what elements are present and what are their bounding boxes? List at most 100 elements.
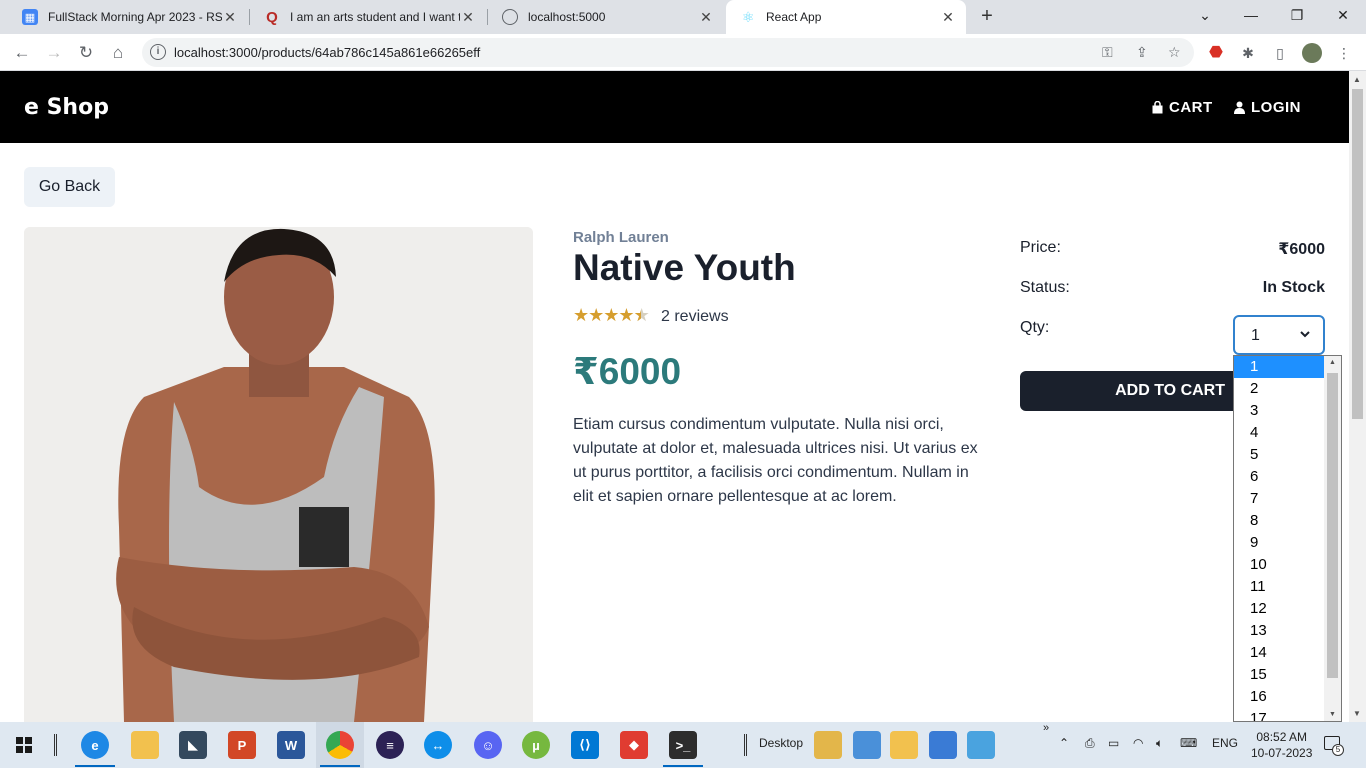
user-folder-icon[interactable] <box>814 731 842 759</box>
adblock-extension-icon[interactable]: ⬣ <box>1206 43 1226 63</box>
nav-login-link[interactable]: LOGIN <box>1234 99 1301 116</box>
forward-arrow-icon[interactable]: → <box>40 39 68 67</box>
utorrent-icon[interactable]: µ <box>522 731 550 759</box>
taskbar-divider <box>744 734 747 756</box>
dropdown-scrollbar[interactable]: ▲ ▼ <box>1324 356 1341 721</box>
browser-tab-bar: ▦ FullStack Morning Apr 2023 - RST ✕ Q I… <box>0 0 1366 34</box>
qty-option[interactable]: 1 <box>1234 356 1325 378</box>
powerpoint-icon[interactable]: P <box>228 731 256 759</box>
scroll-down-arrow-icon[interactable]: ▼ <box>1353 709 1361 718</box>
notification-icon[interactable]: 5 <box>1324 736 1344 756</box>
reload-icon[interactable]: ↻ <box>72 39 100 67</box>
eclipse-icon[interactable]: ≡ <box>376 731 404 759</box>
qty-option[interactable]: 7 <box>1234 488 1325 510</box>
teamviewer-icon[interactable]: ↔ <box>424 731 452 759</box>
qty-option[interactable]: 12 <box>1234 598 1325 620</box>
nav-cart-link[interactable]: CART <box>1152 99 1213 116</box>
qty-option[interactable]: 3 <box>1234 400 1325 422</box>
qty-option[interactable]: 9 <box>1234 532 1325 554</box>
qty-option[interactable]: 8 <box>1234 510 1325 532</box>
home-icon[interactable]: ⌂ <box>104 39 132 67</box>
chevron-more-icon[interactable]: » <box>1043 722 1049 734</box>
close-window-button[interactable]: ✕ <box>1320 0 1366 30</box>
close-icon[interactable]: ✕ <box>222 9 238 26</box>
scroll-down-arrow-icon[interactable]: ▼ <box>1329 711 1336 718</box>
qty-option[interactable]: 4 <box>1234 422 1325 444</box>
control-panel-icon[interactable] <box>967 731 995 759</box>
menu-kebab-icon[interactable]: ⋮ <box>1334 43 1354 63</box>
address-bar[interactable]: i localhost:3000/products/64ab786c145a86… <box>142 38 1194 67</box>
side-panel-icon[interactable]: ▯ <box>1270 43 1290 63</box>
wifi-icon[interactable]: ◠ <box>1133 736 1143 750</box>
edge-icon[interactable]: e <box>81 731 109 759</box>
discord-icon[interactable]: ☺ <box>474 731 502 759</box>
qty-option[interactable]: 11 <box>1234 576 1325 598</box>
key-icon[interactable]: ⚿ <box>1102 44 1113 61</box>
qty-select[interactable]: 1 <box>1233 315 1325 355</box>
language-indicator[interactable]: ENG <box>1212 736 1238 750</box>
back-arrow-icon[interactable]: ← <box>8 39 36 67</box>
folder-icon[interactable] <box>890 731 918 759</box>
product-description: Etiam cursus condimentum vulputate. Null… <box>573 416 978 505</box>
browser-tab-localhost[interactable]: localhost:5000 ✕ <box>488 0 724 34</box>
restore-button[interactable]: ❐ <box>1274 0 1320 30</box>
brand-logo[interactable]: e Shop <box>24 95 109 120</box>
close-icon[interactable]: ✕ <box>698 9 714 26</box>
browser-tab-react-app[interactable]: ⚛ React App ✕ <box>726 0 966 34</box>
word-icon[interactable]: W <box>277 731 305 759</box>
sheets-icon: ▦ <box>22 9 38 25</box>
volume-icon[interactable]: 🔈︎ <box>1156 736 1163 751</box>
globe-icon <box>502 9 518 25</box>
browser-tab-quora[interactable]: Q I am an arts student and I want to ✕ <box>250 0 486 34</box>
show-hidden-icons-icon[interactable]: ⌃ <box>1059 736 1069 750</box>
qty-option[interactable]: 2 <box>1234 378 1325 400</box>
scroll-up-arrow-icon[interactable]: ▲ <box>1353 75 1361 84</box>
url-text[interactable]: localhost:3000/products/64ab786c145a861e… <box>174 45 480 60</box>
profile-avatar[interactable] <box>1302 43 1322 63</box>
vscode-icon[interactable]: ⟨⟩ <box>571 731 599 759</box>
windows-start-icon[interactable] <box>16 737 32 753</box>
close-icon[interactable]: ✕ <box>460 9 476 26</box>
extensions-puzzle-icon[interactable]: ✱ <box>1238 43 1258 63</box>
file-explorer-icon[interactable] <box>131 731 159 759</box>
qty-dropdown-list[interactable]: 1 2 3 4 5 6 7 8 9 10 11 12 13 14 15 16 17 ▲ ▼ <box>1233 355 1342 722</box>
qty-option[interactable]: 5 <box>1234 444 1325 466</box>
anydesk-icon[interactable]: ◆ <box>620 731 648 759</box>
site-info-icon[interactable]: i <box>150 44 166 60</box>
clock[interactable]: 08:52 AM 10-07-2023 <box>1251 729 1312 761</box>
bookmark-star-icon[interactable]: ☆ <box>1168 44 1181 61</box>
scrollbar-thumb[interactable] <box>1352 89 1363 419</box>
keyboard-icon[interactable]: ⌨ <box>1180 736 1197 750</box>
qty-option[interactable]: 16 <box>1234 686 1325 708</box>
mysql-workbench-icon[interactable]: ◣ <box>179 731 207 759</box>
qty-option[interactable]: 6 <box>1234 466 1325 488</box>
product-photo-illustration <box>24 227 533 722</box>
scrollbar-thumb[interactable] <box>1327 373 1338 678</box>
scroll-up-arrow-icon[interactable]: ▲ <box>1329 359 1336 366</box>
desktop-toolbar-label[interactable]: Desktop <box>759 736 803 750</box>
chrome-icon[interactable] <box>326 731 354 759</box>
qty-option[interactable]: 15 <box>1234 664 1325 686</box>
close-icon[interactable]: ✕ <box>940 9 956 26</box>
shopping-bag-icon <box>1152 101 1163 114</box>
browser-tab-fullstack[interactable]: ▦ FullStack Morning Apr 2023 - RST ✕ <box>8 0 248 34</box>
nav-login-label: LOGIN <box>1251 99 1301 116</box>
add-to-cart-button[interactable]: ADD TO CART <box>1020 371 1240 411</box>
new-tab-button[interactable]: + <box>976 5 998 27</box>
page-scrollbar[interactable]: ▲ ▼ <box>1349 71 1366 722</box>
terminal-icon[interactable]: >_ <box>669 731 697 759</box>
taskbar-divider <box>54 734 57 756</box>
share-icon[interactable]: ⇪ <box>1136 44 1148 61</box>
qty-option[interactable]: 14 <box>1234 642 1325 664</box>
meet-now-icon[interactable]: ⎙ <box>1085 736 1095 751</box>
tab-search-icon[interactable]: ⌄ <box>1182 0 1228 30</box>
battery-icon[interactable]: ▭ <box>1108 736 1119 750</box>
network-icon[interactable] <box>929 731 957 759</box>
minimize-button[interactable]: — <box>1228 0 1274 30</box>
go-back-button[interactable]: Go Back <box>24 167 115 207</box>
qty-option[interactable]: 17 <box>1234 708 1325 721</box>
qty-option[interactable]: 10 <box>1234 554 1325 576</box>
qty-option[interactable]: 13 <box>1234 620 1325 642</box>
clock-date: 10-07-2023 <box>1251 746 1313 760</box>
this-pc-icon[interactable] <box>853 731 881 759</box>
